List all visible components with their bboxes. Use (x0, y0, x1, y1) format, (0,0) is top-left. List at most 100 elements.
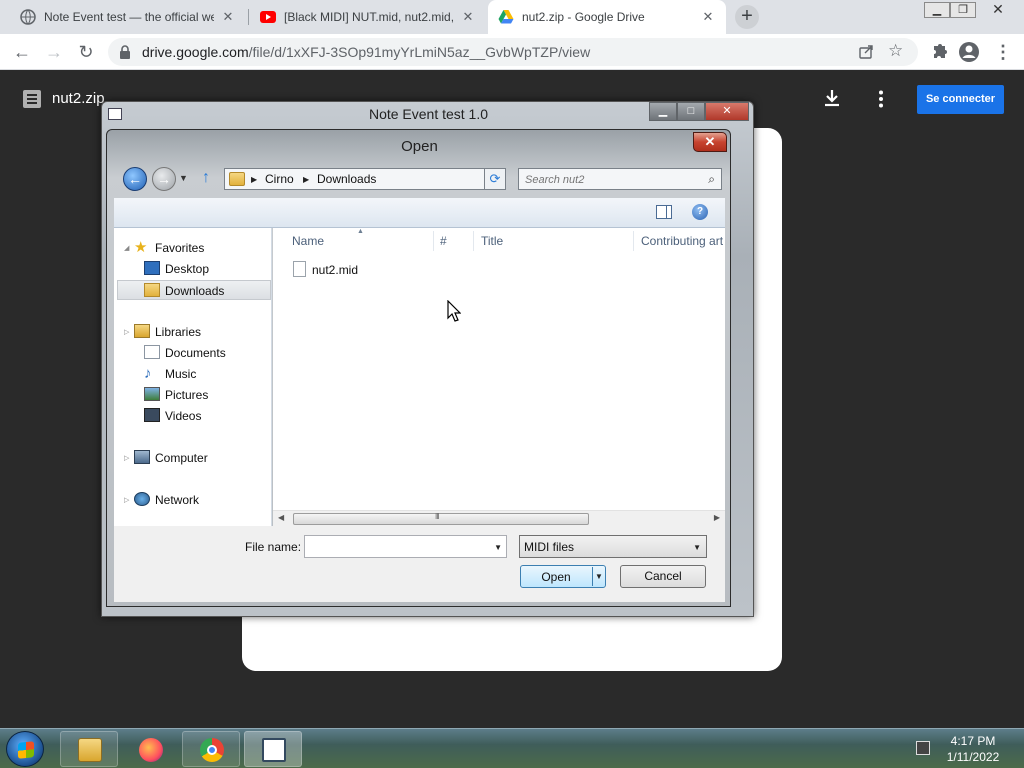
nav-label: Network (155, 493, 200, 507)
nav-music[interactable]: ♪ Music (144, 364, 196, 384)
column-divider[interactable] (633, 231, 634, 251)
close-icon[interactable]: ✕ (700, 9, 716, 25)
minimize-button[interactable]: ▁ (649, 102, 677, 121)
close-window-button[interactable]: ✕ (976, 2, 1020, 18)
close-icon[interactable]: ✕ (220, 9, 236, 25)
tab-google-drive[interactable]: nut2.zip - Google Drive ✕ (488, 0, 726, 34)
search-input[interactable] (525, 172, 695, 187)
maximize-button[interactable]: □ (677, 102, 705, 121)
chevron-down-icon: ▼ (693, 543, 701, 552)
download-icon[interactable] (822, 88, 842, 108)
clock-date: 1/11/2022 (946, 750, 1000, 764)
scroll-right-icon[interactable]: ▶ (714, 513, 720, 522)
search-icon[interactable]: ⌕ (708, 172, 715, 187)
back-arrow-icon[interactable]: ← (123, 167, 147, 191)
app-window-icon (262, 738, 286, 762)
taskbar-chrome[interactable] (182, 731, 240, 767)
profile-avatar-icon[interactable] (958, 41, 980, 63)
nav-videos[interactable]: Videos (144, 406, 201, 426)
breadcrumb-item[interactable]: Downloads (317, 172, 376, 186)
refresh-icon[interactable]: ⟳ (484, 168, 506, 190)
recent-locations-dropdown[interactable]: ▼ (179, 173, 188, 183)
start-button[interactable] (6, 731, 44, 767)
nav-label: Pictures (165, 388, 209, 402)
scroll-left-icon[interactable]: ◀ (278, 513, 284, 522)
breadcrumb-item[interactable]: Cirno (265, 172, 294, 186)
chrome-menu-icon[interactable]: ⋮ (992, 41, 1014, 63)
nav-libraries[interactable]: Libraries (134, 322, 201, 342)
open-button[interactable]: Open ▼ (520, 565, 606, 588)
film-strip-icon (144, 408, 160, 422)
file-row[interactable]: nut2.mid (293, 260, 358, 280)
extensions-icon[interactable] (928, 41, 950, 63)
horizontal-scrollbar[interactable]: ◀ ▶ (273, 510, 725, 526)
clock-time: 4:17 PM (950, 734, 996, 748)
action-center-flag-icon[interactable] (916, 741, 930, 755)
nav-downloads[interactable]: Downloads (117, 280, 271, 300)
network-icon (134, 492, 150, 506)
share-icon[interactable] (858, 44, 874, 60)
nav-pictures[interactable]: Pictures (144, 385, 208, 405)
back-button[interactable]: ← (10, 40, 34, 64)
bookmark-star-icon[interactable]: ☆ (888, 41, 903, 61)
more-options-icon[interactable] (878, 90, 884, 108)
close-window-button[interactable]: ✕ (705, 102, 749, 121)
column-divider[interactable] (433, 231, 434, 251)
forward-button[interactable]: → (42, 40, 66, 64)
nav-label: Downloads (165, 284, 225, 298)
column-header-number[interactable]: # (440, 234, 447, 248)
url-path: /file/d/1xXFJ-3SOp91myYrLmiN5az__GvbWpTZ… (248, 44, 591, 60)
dialog-title: Open (401, 138, 438, 155)
archive-file-icon (23, 90, 41, 108)
tab-note-event[interactable]: Note Event test — the official we ✕ (10, 0, 246, 34)
tab-black-midi[interactable]: [Black MIDI] NUT.mid, nut2.mid, ( ✕ (250, 0, 486, 34)
new-tab-button[interactable]: + (735, 5, 759, 29)
browser-toolbar: ← → ↻ drive.google.com/file/d/1xXFJ-3SOp… (0, 34, 1024, 70)
sign-in-button[interactable]: Se connecter (917, 85, 1004, 114)
taskbar-note-event[interactable] (244, 731, 302, 767)
preview-pane-icon[interactable] (656, 205, 672, 219)
expand-triangle-icon[interactable]: ▷ (124, 496, 129, 504)
dialog-close-button[interactable]: ✕ (693, 132, 727, 152)
chevron-right-icon[interactable]: ▶ (303, 175, 309, 184)
firefox-icon (139, 738, 163, 762)
file-name-field[interactable]: ▼ (304, 535, 507, 558)
chevron-right-icon[interactable]: ▶ (251, 175, 257, 184)
open-button-label: Open (541, 570, 571, 584)
help-icon[interactable]: ? (692, 204, 708, 220)
restore-button[interactable]: ❐ (950, 2, 976, 18)
up-folder-icon[interactable]: ↑ (202, 169, 210, 187)
address-bar[interactable]: drive.google.com/file/d/1xXFJ-3SOp91myYr… (108, 38, 918, 66)
chevron-down-icon[interactable]: ▼ (494, 543, 502, 552)
close-icon[interactable]: ✕ (460, 9, 476, 25)
column-header-contributing-artists[interactable]: Contributing art (641, 234, 723, 248)
scrollbar-thumb[interactable] (293, 512, 589, 525)
column-header-title[interactable]: Title (481, 234, 503, 248)
nav-network[interactable]: Network (134, 490, 199, 510)
breadcrumb[interactable]: ▶ Cirno ▶ Downloads ▼ (224, 168, 504, 190)
file-type-select[interactable]: MIDI files ▼ (519, 535, 707, 558)
minimize-button[interactable]: ▁ (924, 2, 950, 18)
reload-button[interactable]: ↻ (74, 40, 98, 64)
nav-computer[interactable]: Computer (134, 448, 208, 468)
search-box[interactable]: ⌕ (518, 168, 722, 190)
expand-triangle-icon[interactable]: ◢ (124, 244, 129, 252)
nav-desktop[interactable]: Desktop (144, 259, 209, 279)
chrome-icon-center (207, 745, 217, 755)
column-header-name[interactable]: Name (292, 234, 324, 248)
expand-triangle-icon[interactable]: ▷ (124, 328, 129, 336)
command-bar: ? (114, 198, 725, 228)
midi-file-icon (293, 261, 306, 277)
expand-triangle-icon[interactable]: ▷ (124, 454, 129, 462)
column-divider[interactable] (473, 231, 474, 251)
downloads-folder-icon (144, 283, 160, 297)
cancel-button[interactable]: Cancel (620, 565, 706, 588)
star-icon: ★ (134, 239, 148, 256)
taskbar-firefox[interactable] (121, 731, 179, 767)
nav-favorites[interactable]: ★ Favorites (134, 238, 204, 258)
nav-documents[interactable]: Documents (144, 343, 226, 363)
forward-arrow-icon[interactable]: → (152, 167, 176, 191)
open-options-dropdown[interactable]: ▼ (595, 572, 603, 581)
taskbar-explorer[interactable] (60, 731, 118, 767)
system-clock[interactable]: 4:17 PM 1/11/2022 (937, 733, 1009, 765)
